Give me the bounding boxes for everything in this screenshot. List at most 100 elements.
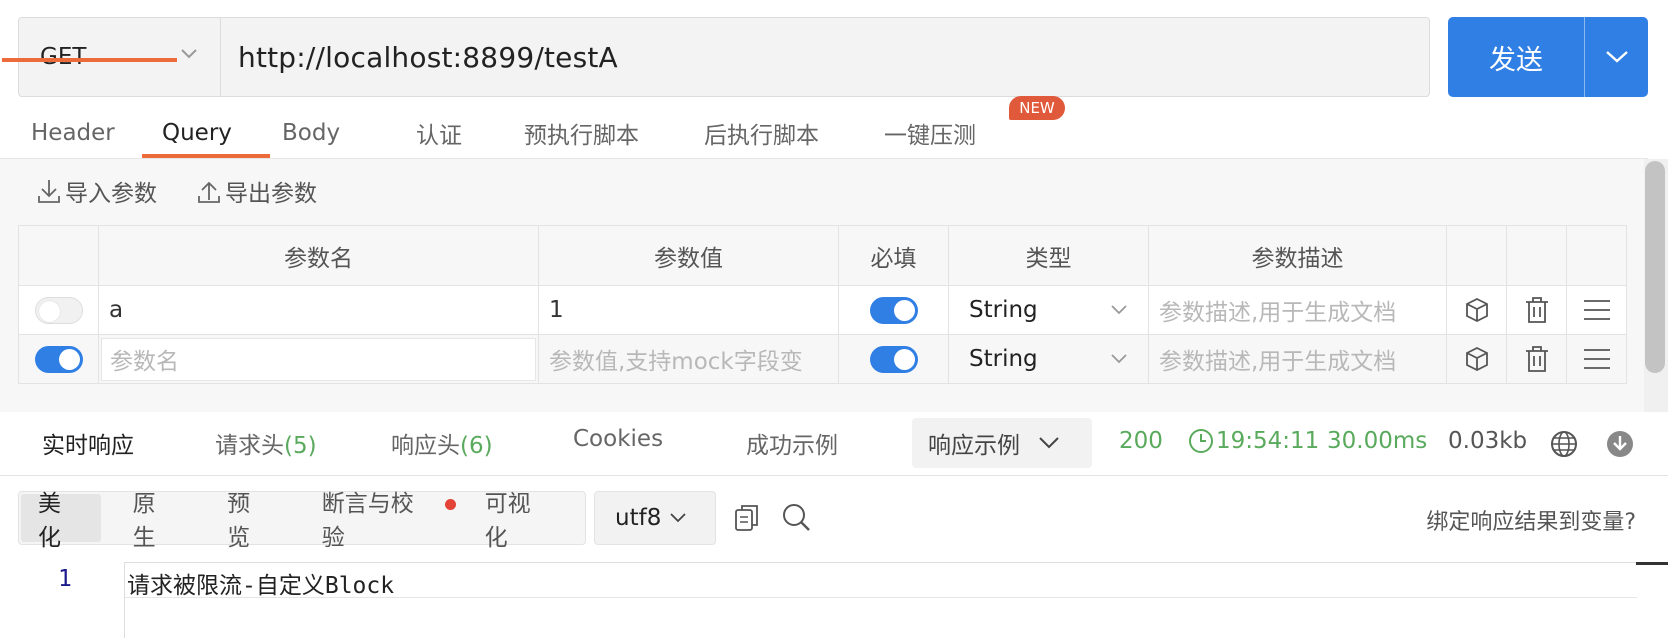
download-icon <box>38 180 60 203</box>
type-value: String <box>969 346 1038 372</box>
editor-scroll-marker <box>1636 562 1668 565</box>
header-param-value: 参数值 <box>538 225 839 286</box>
cube-icon <box>1465 346 1488 372</box>
status-code: 200 <box>1119 428 1163 454</box>
param-value-cell[interactable]: 1 <box>538 285 839 335</box>
download-circle-icon[interactable] <box>1606 430 1634 458</box>
cube-icon <box>1465 297 1488 323</box>
export-params-button[interactable]: 导出参数 <box>197 176 317 207</box>
response-size: 0.03kb <box>1448 428 1528 454</box>
copy-icon[interactable] <box>734 503 760 533</box>
tab-body[interactable]: Body <box>282 108 340 158</box>
response-time: 19:54:11 <box>1188 428 1319 454</box>
drag-handle-cell[interactable] <box>1566 334 1627 384</box>
tab-header[interactable]: Header <box>31 108 115 158</box>
bind-response-variable-link[interactable]: 绑定响应结果到变量? <box>1426 504 1636 536</box>
upload-icon <box>198 181 220 203</box>
trash-icon <box>1525 297 1548 323</box>
header-description: 参数描述 <box>1148 225 1447 286</box>
menu-icon <box>1583 300 1610 320</box>
chevron-down-icon <box>670 513 686 523</box>
tab-pre-script[interactable]: 预执行脚本 <box>524 108 639 158</box>
format-assertions[interactable]: 断言与校验 <box>305 491 456 551</box>
chevron-down-icon <box>1111 305 1127 315</box>
format-preview[interactable]: 预览 <box>210 491 290 551</box>
import-params-label: 导入参数 <box>65 181 157 207</box>
chevron-down-icon <box>181 49 197 59</box>
export-params-label: 导出参数 <box>225 181 317 207</box>
cube-action-cell[interactable] <box>1446 334 1507 384</box>
description-cell[interactable]: 参数描述,用于生成文档 <box>1148 285 1447 335</box>
required-toggle[interactable] <box>870 345 918 373</box>
clock-icon <box>1189 429 1213 453</box>
header-action-2 <box>1506 225 1567 286</box>
header-action-1 <box>1446 225 1507 286</box>
table-row: 参数名 参数值,支持mock字段变 String 参数描述,用于生成文档 <box>18 334 1627 384</box>
tab-request-headers[interactable]: 请求头(5) <box>215 426 317 460</box>
enable-toggle[interactable] <box>35 296 83 324</box>
required-toggle[interactable] <box>870 296 918 324</box>
url-input[interactable]: http://localhost:8899/testA <box>221 18 1429 96</box>
required-cell <box>838 285 949 335</box>
active-response-tab-indicator <box>2 58 177 62</box>
format-assertions-label: 断言与校验 <box>321 491 414 551</box>
search-icon[interactable] <box>782 503 812 533</box>
type-cell[interactable]: String <box>948 285 1149 335</box>
response-headers-count: (6) <box>460 433 493 459</box>
cube-action-cell[interactable] <box>1446 285 1507 335</box>
new-badge: NEW <box>1009 96 1065 120</box>
tab-query[interactable]: Query <box>162 108 232 158</box>
tab-auth[interactable]: 认证 <box>416 108 462 158</box>
response-body-text: 请求被限流-自定义Block <box>127 573 395 599</box>
delete-action-cell[interactable] <box>1506 334 1567 384</box>
notification-dot <box>444 499 456 510</box>
param-name-input[interactable]: 参数名 <box>101 337 536 381</box>
delete-action-cell[interactable] <box>1506 285 1567 335</box>
url-value: http://localhost:8899/testA <box>238 40 618 74</box>
param-name-cell[interactable]: a <box>98 285 539 335</box>
tab-cookies[interactable]: Cookies <box>573 426 663 452</box>
tab-success-example[interactable]: 成功示例 <box>746 426 838 460</box>
encoding-select[interactable]: utf8 <box>594 491 716 545</box>
param-value-cell[interactable]: 参数值,支持mock字段变 <box>538 334 839 384</box>
menu-icon <box>1583 349 1610 369</box>
drag-handle-cell[interactable] <box>1566 285 1627 335</box>
response-duration: 30.00ms <box>1327 428 1428 454</box>
format-beautify[interactable]: 美化 <box>21 491 101 551</box>
method-select[interactable]: GET <box>19 18 221 96</box>
response-tab-bar: 实时响应 请求头(5) 响应头(6) Cookies 成功示例 响应示例 200… <box>0 412 1668 476</box>
header-param-name: 参数名 <box>98 225 539 286</box>
header-enable <box>18 225 99 286</box>
enable-toggle[interactable] <box>35 345 83 373</box>
tab-response-headers[interactable]: 响应头(6) <box>391 426 493 460</box>
format-tabs: 美化 原生 预览 断言与校验 可视化 <box>18 491 586 551</box>
table-row: a 1 String 参数描述,用于生成文档 <box>18 285 1627 335</box>
description-cell[interactable]: 参数描述,用于生成文档 <box>1148 334 1447 384</box>
tab-response-headers-label: 响应头 <box>391 433 460 459</box>
send-button[interactable]: 发送 <box>1448 17 1585 97</box>
row-toggle-cell <box>18 334 99 384</box>
table-header-row: 参数名 参数值 必填 类型 参数描述 <box>18 225 1627 286</box>
trash-icon <box>1525 346 1548 372</box>
chevron-down-icon <box>1039 437 1059 449</box>
tab-realtime-response[interactable]: 实时响应 <box>42 426 134 460</box>
method-label: GET <box>40 44 87 70</box>
send-dropdown-button[interactable] <box>1585 17 1648 97</box>
param-name-cell: 参数名 <box>98 334 539 384</box>
type-value: String <box>969 297 1038 323</box>
type-cell[interactable]: String <box>948 334 1149 384</box>
response-example-dropdown[interactable]: 响应示例 <box>912 418 1092 468</box>
response-time-value: 19:54:11 <box>1216 428 1320 454</box>
tab-request-headers-label: 请求头 <box>215 433 284 459</box>
request-headers-count: (5) <box>284 433 317 459</box>
header-required: 必填 <box>838 225 949 286</box>
format-raw[interactable]: 原生 <box>116 491 196 551</box>
scrollbar-thumb[interactable] <box>1645 161 1665 373</box>
import-params-button[interactable]: 导入参数 <box>37 176 157 207</box>
tab-load-test[interactable]: 一键压测 <box>884 108 976 158</box>
tab-post-script[interactable]: 后执行脚本 <box>704 108 819 158</box>
line-number: 1 <box>58 566 72 592</box>
required-cell <box>838 334 949 384</box>
format-visualize[interactable]: 可视化 <box>468 491 570 551</box>
globe-icon[interactable] <box>1550 430 1578 458</box>
